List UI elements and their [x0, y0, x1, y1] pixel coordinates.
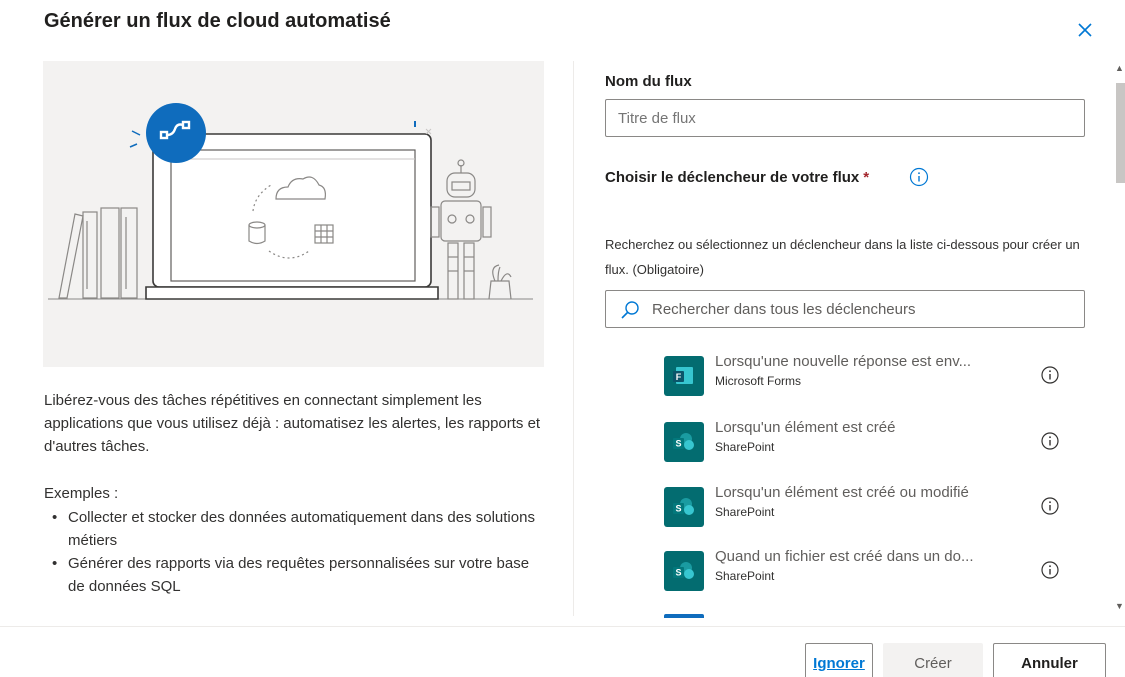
- trigger-title: Lorsqu'un élément est créé: [715, 419, 896, 436]
- trigger-title: Quand un fichier est créé dans un do...: [715, 548, 974, 565]
- trigger-search-box[interactable]: Rechercher dans tous les déclencheurs: [605, 290, 1085, 328]
- microsoft-forms-icon: F: [664, 356, 704, 396]
- close-button[interactable]: [1073, 18, 1097, 42]
- trigger-item-sharepoint-created-modified[interactable]: S Lorsqu'un élément est créé ou modifié …: [664, 484, 1084, 530]
- trigger-connector: SharePoint: [715, 440, 775, 454]
- info-icon: [909, 167, 929, 187]
- laptop-illustration: [48, 103, 533, 300]
- info-icon: [1041, 561, 1059, 579]
- trigger-info-button[interactable]: [1040, 365, 1060, 385]
- search-placeholder: Rechercher dans tous les déclencheurs: [652, 301, 916, 318]
- trigger-label-text: Choisir le déclencheur de votre flux: [605, 169, 860, 186]
- trigger-item-partial[interactable]: [664, 614, 704, 618]
- required-mark: *: [863, 169, 870, 186]
- trigger-item-forms[interactable]: F Lorsqu'une nouvelle réponse est env...…: [664, 353, 1084, 399]
- illustration: [43, 61, 544, 367]
- flow-name-label: Nom du flux: [605, 73, 692, 90]
- trigger-info-button[interactable]: [1040, 431, 1060, 451]
- sharepoint-icon: S: [664, 422, 704, 462]
- create-button[interactable]: Créer: [883, 643, 983, 677]
- example-item: Collecter et stocker des données automat…: [52, 506, 542, 552]
- cancel-button[interactable]: Annuler: [993, 643, 1106, 677]
- close-icon: [1078, 23, 1092, 37]
- sharepoint-icon: S: [664, 487, 704, 527]
- scroll-up-icon[interactable]: ▲: [1115, 63, 1124, 73]
- info-icon: [1041, 366, 1059, 384]
- flow-name-input[interactable]: [605, 99, 1085, 137]
- create-flow-dialog: Générer un flux de cloud automatisé Libé…: [0, 0, 1125, 677]
- svg-text:F: F: [676, 372, 682, 382]
- examples-title: Exemples :: [44, 485, 119, 502]
- info-icon: [1041, 432, 1059, 450]
- sharepoint-icon: S: [664, 551, 704, 591]
- trigger-item-sharepoint-file[interactable]: S Quand un fichier est créé dans un do..…: [664, 548, 1084, 594]
- trigger-info-button[interactable]: [1040, 496, 1060, 516]
- trigger-helper-text: Recherchez ou sélectionnez un déclencheu…: [605, 237, 1080, 277]
- search-icon: [621, 301, 639, 319]
- dialog-title: Générer un flux de cloud automatisé: [44, 10, 391, 32]
- examples-list: Collecter et stocker des données automat…: [52, 506, 542, 598]
- footer-divider: [0, 626, 1125, 627]
- trigger-list-scrollbar[interactable]: ▲ ▼: [1114, 61, 1125, 616]
- trigger-info-button[interactable]: [909, 167, 929, 187]
- scroll-thumb[interactable]: [1116, 83, 1125, 183]
- example-item: Générer des rapports via des requêtes pe…: [52, 552, 542, 598]
- ignore-button[interactable]: Ignorer: [805, 643, 873, 677]
- trigger-connector: SharePoint: [715, 505, 775, 519]
- panel-divider: [573, 61, 574, 616]
- trigger-connector: Microsoft Forms: [715, 374, 802, 388]
- svg-text:S: S: [675, 504, 681, 514]
- scroll-down-icon[interactable]: ▼: [1115, 601, 1124, 611]
- svg-text:S: S: [675, 568, 681, 578]
- trigger-title: Lorsqu'un élément est créé ou modifié: [715, 484, 969, 501]
- intro-text: Libérez-vous des tâches répétitives en c…: [44, 392, 541, 455]
- trigger-title: Lorsqu'une nouvelle réponse est env...: [715, 353, 972, 370]
- trigger-label: Choisir le déclencheur de votre flux *: [605, 169, 869, 186]
- svg-text:S: S: [675, 439, 681, 449]
- trigger-item-sharepoint-created[interactable]: S Lorsqu'un élément est créé SharePoint: [664, 419, 1084, 465]
- trigger-connector: SharePoint: [715, 569, 775, 583]
- info-icon: [1041, 497, 1059, 515]
- trigger-info-button[interactable]: [1040, 560, 1060, 580]
